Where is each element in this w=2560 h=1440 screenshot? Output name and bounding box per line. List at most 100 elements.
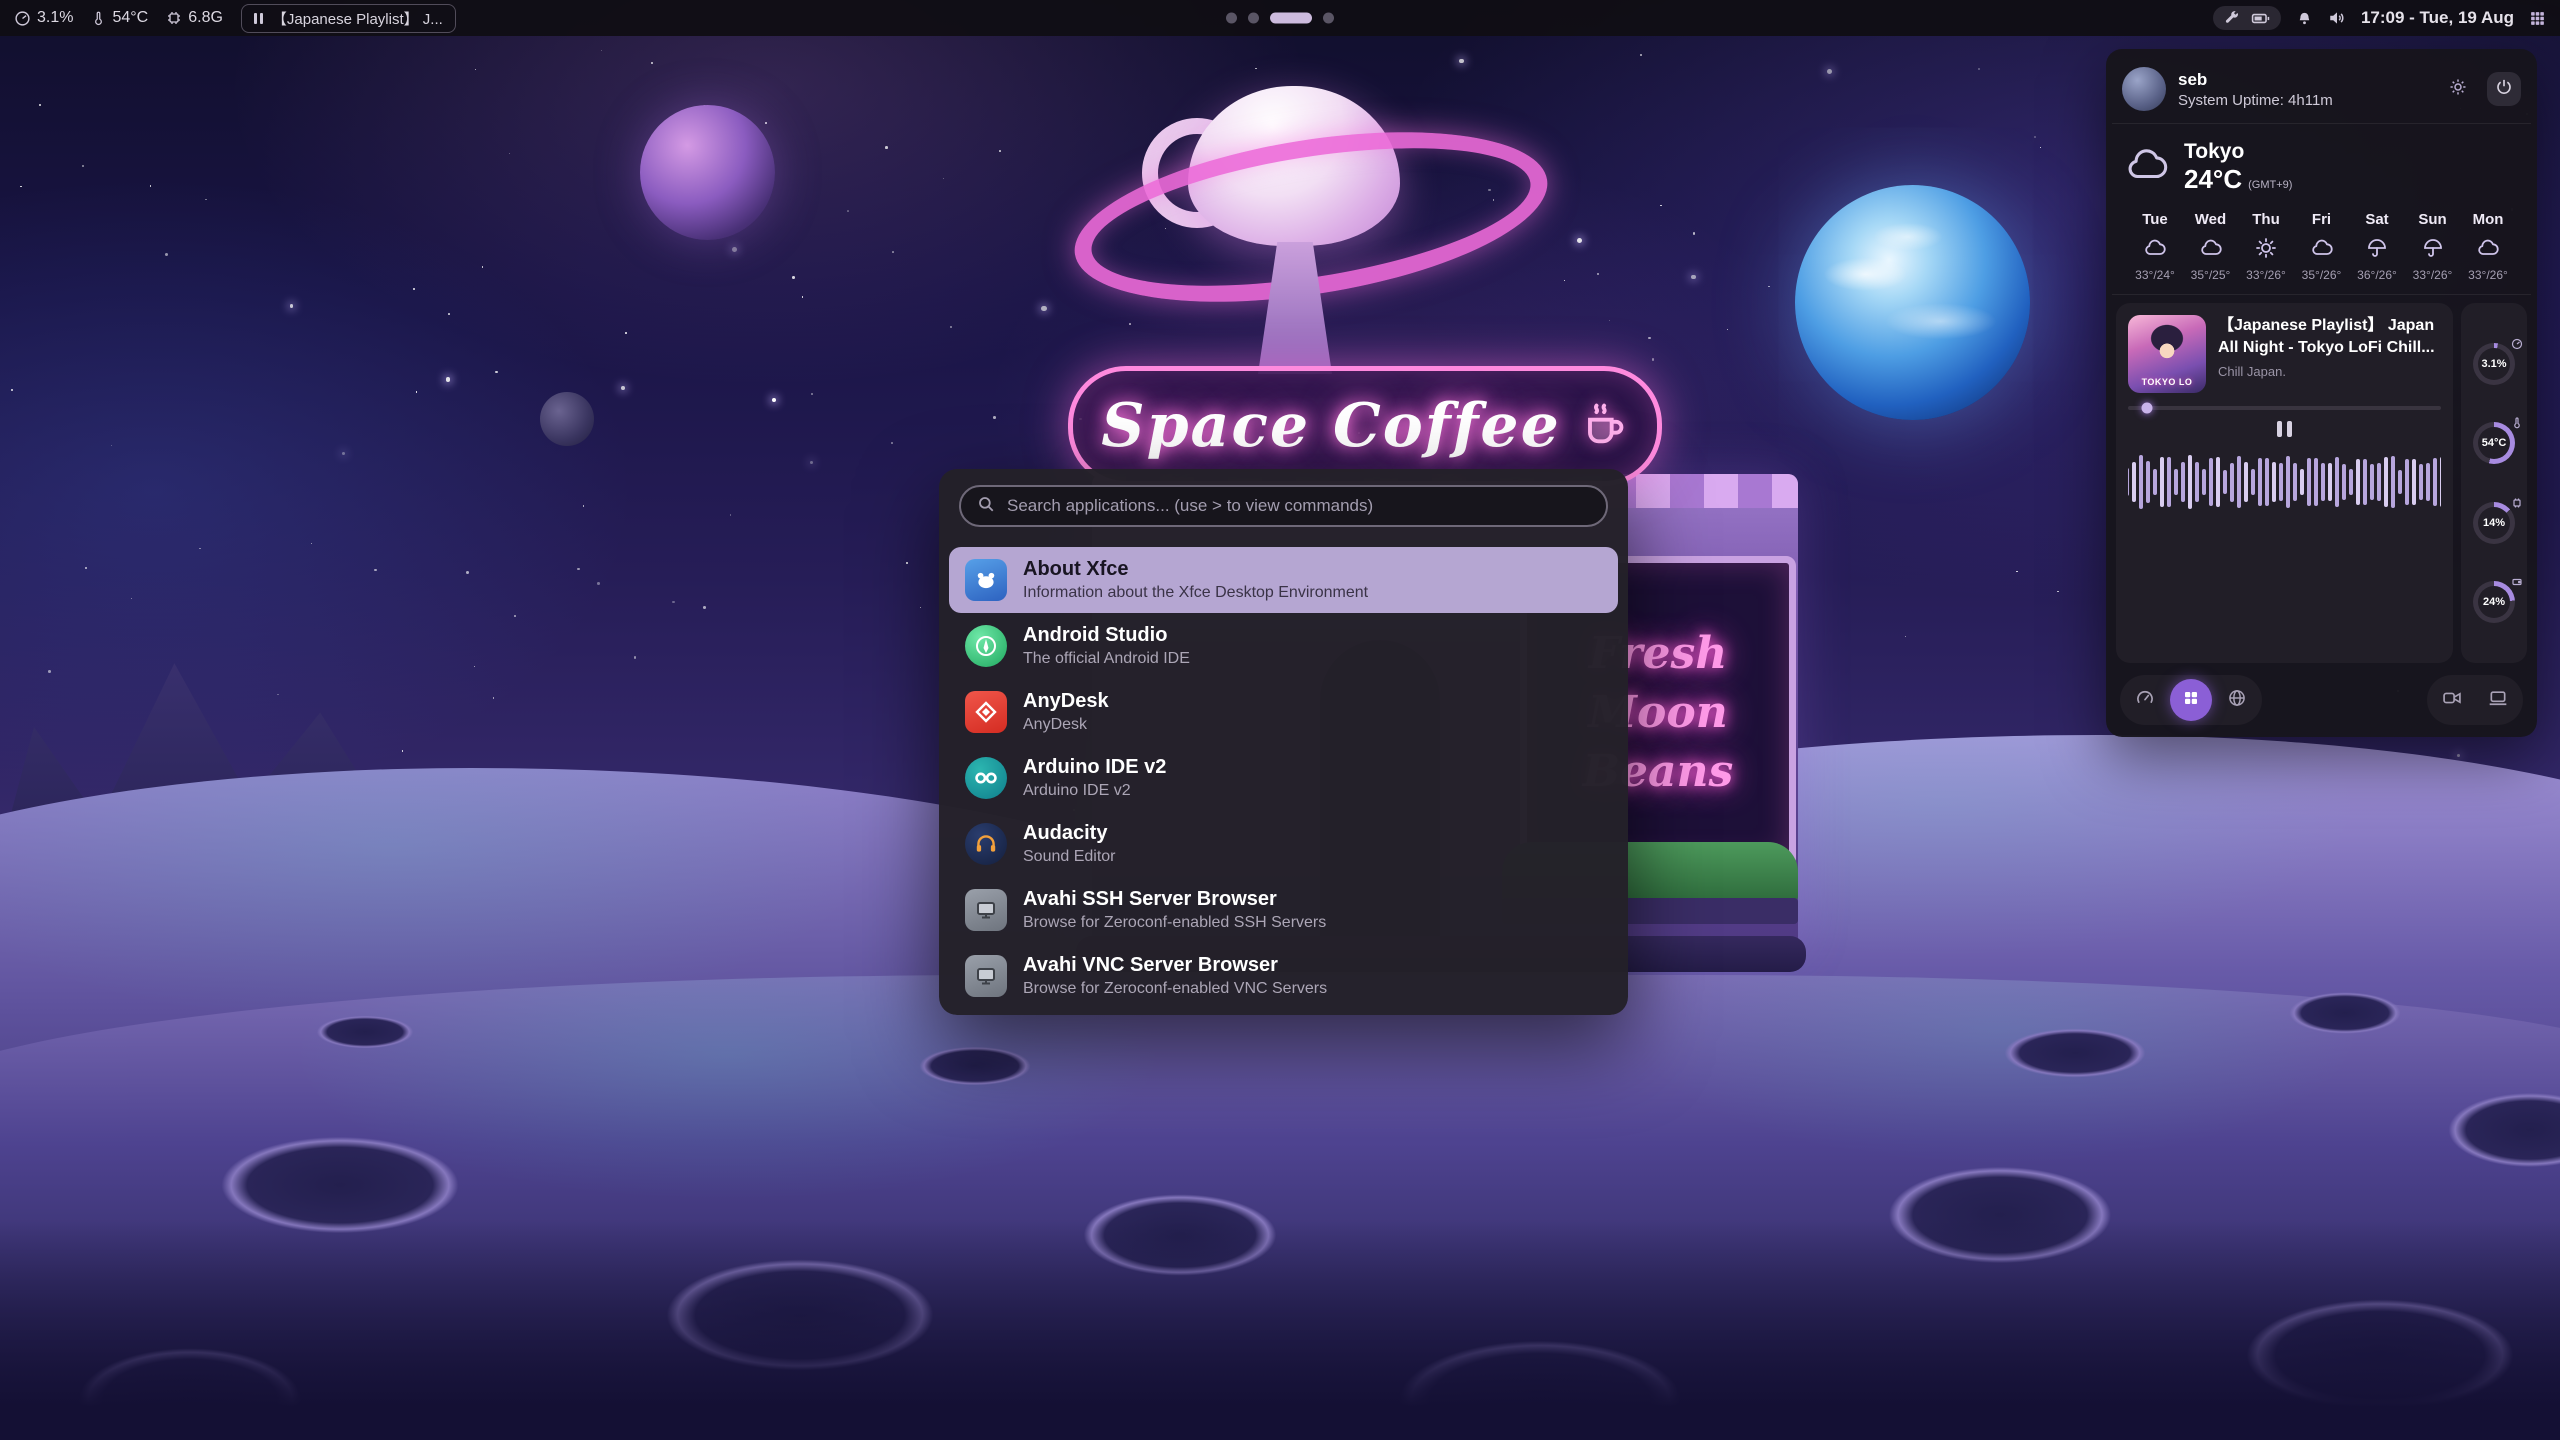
cloud-icon (2310, 235, 2334, 261)
star (1768, 286, 1770, 288)
video-camera-icon (2442, 688, 2462, 713)
star (792, 276, 795, 279)
app-row-audacity[interactable]: Audacity Sound Editor (949, 811, 1618, 877)
screen-record-button[interactable] (2431, 679, 2473, 721)
pause-button[interactable] (2277, 421, 2292, 437)
waveform-bar (2356, 459, 2360, 506)
cpu-gauge-icon (2511, 337, 2523, 355)
music-player: TOKYO LO 【Japanese Playlist】 Japan All N… (2116, 303, 2453, 663)
waveform-bar (2363, 459, 2367, 505)
waveform-bar (2181, 462, 2185, 501)
foreground-shadow (0, 1220, 2560, 1440)
star (892, 251, 894, 253)
topbar-left-group: 3.1% 54°C 6.8G 【Japanese Playlist】 J... (14, 4, 456, 33)
forecast-day: Sun 33°/26° (2406, 211, 2460, 282)
now-playing-widget[interactable]: 【Japanese Playlist】 J... (241, 4, 456, 33)
clock[interactable]: 17:09 - Tue, 19 Aug (2361, 8, 2514, 28)
app-grid-icon[interactable] (2529, 10, 2546, 27)
apps-button[interactable] (2170, 679, 2212, 721)
battery-icon (2251, 12, 2270, 25)
app-row-arduino-ide[interactable]: Arduino IDE v2Arduino IDE v2 (949, 745, 1618, 811)
apps-grid-icon (2182, 689, 2200, 712)
star (1564, 280, 1566, 282)
star (672, 601, 675, 604)
cloud-icon (2199, 235, 2223, 261)
notifications-bell-icon[interactable] (2296, 10, 2313, 27)
anydesk-icon (965, 691, 1007, 733)
star (446, 377, 450, 381)
star (493, 697, 495, 699)
widget-panel: seb System Uptime: 4h11m Tokyo 24°C(GMT+… (2106, 49, 2537, 737)
memory-chip-icon (2511, 496, 2523, 514)
app-row-avahi-vnc[interactable]: Avahi VNC Server BrowserBrowse for Zeroc… (949, 943, 1618, 1005)
star (495, 371, 498, 374)
star (2034, 136, 2036, 138)
waveform-bar (2265, 458, 2269, 507)
star (1648, 337, 1651, 340)
app-description: Sound Editor (1023, 847, 1116, 866)
app-row-avahi-ssh[interactable]: Avahi SSH Server BrowserBrowse for Zeroc… (949, 877, 1618, 943)
media-section: TOKYO LO 【Japanese Playlist】 Japan All N… (2112, 295, 2531, 671)
settings-button[interactable] (2441, 72, 2475, 106)
star (39, 104, 41, 106)
cpu-stat-value: 3.1% (37, 9, 73, 27)
display-button[interactable] (2477, 679, 2519, 721)
app-row-about-xfce[interactable]: About XfceInformation about the Xfce Des… (949, 547, 1618, 613)
weather-temperature: 24°C (2184, 164, 2242, 195)
workspace-dot[interactable] (1248, 13, 1259, 24)
workspace-dot-active[interactable] (1270, 13, 1312, 24)
waveform-bar (2132, 462, 2136, 502)
waveform-bar (2216, 457, 2220, 507)
umbrella-icon (2421, 235, 2445, 261)
star (810, 461, 813, 464)
workspace-dot[interactable] (1323, 13, 1334, 24)
app-name: Audacity (1023, 821, 1116, 845)
app-description: Information about the Xfce Desktop Envir… (1023, 583, 1368, 602)
app-row-anydesk[interactable]: AnyDeskAnyDesk (949, 679, 1618, 745)
web-button[interactable] (2216, 679, 2258, 721)
android-studio-icon (965, 625, 1007, 667)
cloud-icon (2476, 235, 2500, 261)
star (920, 607, 921, 608)
waveform-bar (2440, 457, 2441, 507)
weather-timezone: (GMT+9) (2248, 179, 2292, 191)
search-bar[interactable] (959, 485, 1608, 527)
panel-dock (2112, 671, 2531, 731)
track-subtitle: Chill Japan. (2218, 364, 2435, 379)
dashboard-button[interactable] (2124, 679, 2166, 721)
seek-bar[interactable] (2128, 406, 2441, 410)
app-description: Browse for Zeroconf-enabled VNC Servers (1023, 979, 1327, 998)
star (2457, 754, 2460, 757)
coffee-cup-icon (1577, 398, 1629, 455)
waveform-bar (2279, 463, 2283, 502)
star (290, 304, 294, 308)
system-tray[interactable] (2213, 6, 2281, 30)
power-button[interactable] (2487, 72, 2521, 106)
star (621, 386, 625, 390)
waveform-bar (2174, 469, 2178, 495)
arduino-infinity-icon (965, 757, 1007, 799)
seek-handle[interactable] (2141, 403, 2152, 414)
app-name: Arduino IDE v2 (1023, 755, 1166, 779)
star (943, 178, 944, 179)
star (466, 571, 469, 574)
star (651, 62, 653, 64)
user-name: seb (2178, 70, 2429, 90)
cpu-gauge: 3.1% (2470, 340, 2518, 388)
dock-left-group (2120, 675, 2262, 725)
workspace-dot[interactable] (1226, 13, 1237, 24)
star (577, 568, 579, 570)
star (416, 391, 417, 392)
app-row-android-studio[interactable]: Android StudioThe official Android IDE (949, 613, 1618, 679)
waveform-bar (2188, 455, 2192, 508)
weather-city: Tokyo (2184, 140, 2292, 164)
star (82, 165, 84, 167)
forecast-day: Fri 35°/26° (2295, 211, 2349, 282)
star (1640, 54, 1642, 56)
track-title: 【Japanese Playlist】 Japan All Night - To… (2218, 315, 2435, 358)
star (2057, 591, 2058, 592)
crater (900, 1040, 1050, 1092)
search-input[interactable] (1005, 495, 1590, 517)
star (1609, 320, 1610, 321)
volume-icon[interactable] (2328, 9, 2346, 27)
